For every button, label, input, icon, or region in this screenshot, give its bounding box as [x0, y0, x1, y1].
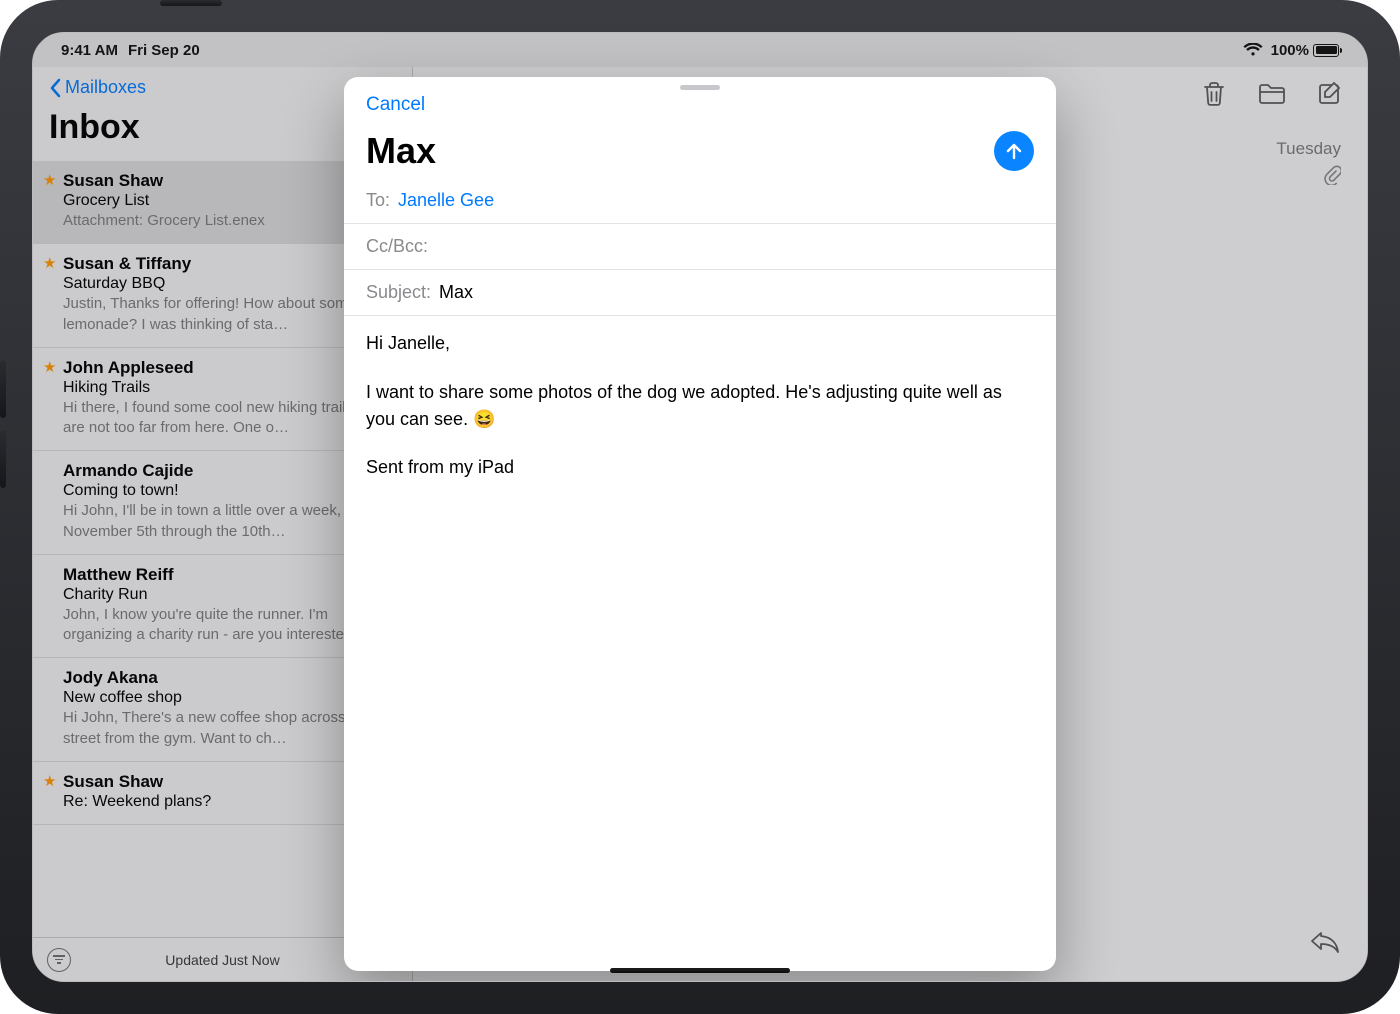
subject-value: Max — [439, 282, 473, 303]
status-bar: 9:41 AM Fri Sep 20 100% — [33, 33, 1367, 67]
compose-sheet: Cancel Max To: Janelle Gee Cc/Bcc: Subje… — [344, 77, 1056, 971]
ccbcc-label: Cc/Bcc: — [366, 236, 428, 257]
star-icon: ★ — [43, 360, 56, 375]
cancel-button[interactable]: Cancel — [366, 94, 425, 116]
back-label: Mailboxes — [65, 77, 146, 98]
updated-label: Updated Just Now — [165, 952, 279, 968]
star-icon: ★ — [43, 256, 56, 271]
send-button[interactable] — [994, 131, 1034, 171]
battery-percent: 100% — [1271, 42, 1309, 59]
home-indicator[interactable] — [610, 968, 790, 973]
trash-icon[interactable] — [1199, 79, 1229, 109]
body-greeting: Hi Janelle, — [366, 330, 1034, 357]
ccbcc-field[interactable]: Cc/Bcc: — [344, 224, 1056, 270]
reply-icon[interactable] — [1309, 928, 1341, 959]
subject-field[interactable]: Subject: Max — [344, 270, 1056, 316]
arrow-up-icon — [1004, 141, 1024, 161]
body-main: I want to share some photos of the dog w… — [366, 379, 1034, 433]
battery-indicator: 100% — [1271, 42, 1339, 59]
folder-icon[interactable] — [1257, 79, 1287, 109]
subject-label: Subject: — [366, 282, 431, 303]
compose-body[interactable]: Hi Janelle, I want to share some photos … — [344, 316, 1056, 517]
wifi-icon — [1243, 43, 1263, 57]
to-value[interactable]: Janelle Gee — [398, 190, 494, 211]
star-icon: ★ — [43, 774, 56, 789]
chevron-left-icon — [49, 78, 61, 98]
to-field[interactable]: To: Janelle Gee — [344, 178, 1056, 224]
attachment-icon — [1323, 165, 1341, 190]
to-label: To: — [366, 190, 390, 211]
compose-icon[interactable] — [1315, 79, 1345, 109]
star-icon: ★ — [43, 173, 56, 188]
filter-icon[interactable] — [47, 948, 71, 972]
body-signature: Sent from my iPad — [366, 454, 1034, 481]
status-date: Fri Sep 20 — [128, 42, 200, 59]
message-date: Tuesday — [1276, 139, 1341, 159]
compose-title: Max — [366, 130, 436, 172]
status-time: 9:41 AM — [61, 42, 118, 59]
